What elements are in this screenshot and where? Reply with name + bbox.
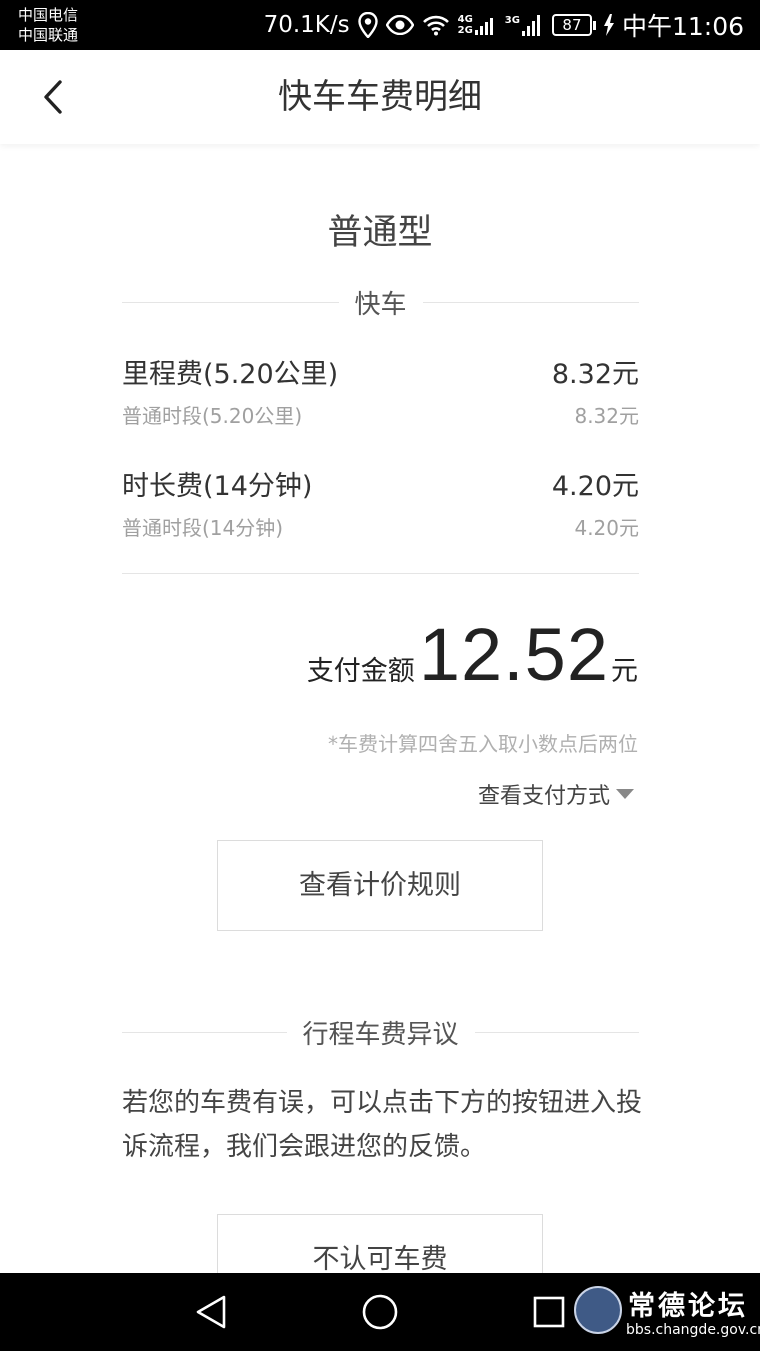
fee-sub-amount: 4.20元: [574, 516, 639, 540]
fee-sub-label: 普通时段(5.20公里): [122, 404, 303, 428]
carrier-1: 中国电信: [18, 6, 79, 24]
dispute-description: 若您的车费有误，可以点击下方的按钮进入投诉流程，我们会跟进您的反馈。: [122, 1088, 643, 1162]
car-type-title: 普通型: [327, 213, 433, 253]
payment-method-label: 查看支付方式: [477, 784, 610, 809]
payment-label: 支付金额: [306, 656, 415, 687]
carrier-2: 中国联通: [18, 26, 79, 44]
fee-sub-amount: 8.32元: [574, 404, 639, 428]
divider: [122, 573, 639, 574]
dispute-title: 行程车费异议: [302, 1020, 459, 1050]
view-payment-method-link[interactable]: 查看支付方式: [478, 778, 634, 810]
forum-logo-icon: [574, 1286, 622, 1334]
carrier-info: 中国电信 中国联通: [18, 5, 78, 45]
page-title: 快车车费明细: [278, 77, 482, 117]
triangle-down-icon: [616, 789, 634, 799]
watermark-url: bbs.changde.gov.cn: [626, 1322, 760, 1338]
fee-subrow-distance: 普通时段(5.20公里) 8.32元: [122, 400, 639, 429]
network-type-label: 4G 2G: [457, 14, 473, 36]
service-name: 快车: [354, 290, 407, 320]
payment-amount: 12.52: [418, 613, 609, 696]
service-section-divider: 快车: [122, 284, 640, 321]
location-icon: [357, 12, 378, 38]
network-speed: 70.1K/s: [263, 12, 350, 38]
forum-watermark: 常德论坛 bbs.changde.gov.cn: [574, 1284, 760, 1344]
nav-recents-button[interactable]: [526, 1289, 572, 1335]
status-bar: 中国电信 中国联通 70.1K/s 4G 2G 3G 87 中午11:06: [0, 0, 760, 50]
network-type-label-2: 3G: [504, 15, 520, 26]
signal-bars-icon: [474, 18, 493, 35]
header: 快车车费明细: [0, 50, 760, 144]
eye-icon: [385, 15, 414, 35]
fee-label: 时长费(14分钟): [122, 471, 313, 502]
fee-amount: 8.32元: [551, 359, 639, 390]
fee-sub-label: 普通时段(14分钟): [122, 516, 284, 540]
signal-1: 4G 2G: [458, 14, 497, 36]
nav-home-button[interactable]: [357, 1289, 403, 1335]
view-pricing-rules-button[interactable]: 查看计价规则: [217, 840, 543, 931]
wifi-icon: [422, 14, 450, 36]
rounding-note: *车费计算四舍五入取小数点后两位: [328, 732, 638, 756]
fee-amount: 4.20元: [551, 471, 639, 502]
signal-bars-icon: [521, 15, 540, 36]
fee-subrow-duration: 普通时段(14分钟) 4.20元: [122, 512, 639, 541]
triangle-back-icon: [196, 1295, 226, 1329]
payment-total: 支付金额 12.52 元: [307, 612, 638, 697]
signal-2: 3G: [505, 13, 544, 37]
fee-row-duration: 时长费(14分钟) 4.20元: [122, 464, 639, 503]
circle-home-icon: [362, 1294, 398, 1330]
clock: 中午11:06: [621, 12, 744, 41]
charging-icon: [603, 14, 614, 36]
battery-level: 87: [551, 14, 592, 36]
battery-icon: 87: [551, 14, 596, 36]
payment-unit: 元: [611, 656, 638, 687]
fee-label: 里程费(5.20公里): [122, 359, 339, 390]
square-recents-icon: [533, 1296, 565, 1328]
dispute-section-divider: 行程车费异议: [122, 1014, 640, 1051]
nav-back-button[interactable]: [188, 1289, 234, 1335]
watermark-title: 常德论坛: [628, 1291, 748, 1322]
fee-row-distance: 里程费(5.20公里) 8.32元: [122, 352, 639, 391]
status-icons: 70.1K/s 4G 2G 3G 87 中午11:06: [264, 0, 744, 50]
